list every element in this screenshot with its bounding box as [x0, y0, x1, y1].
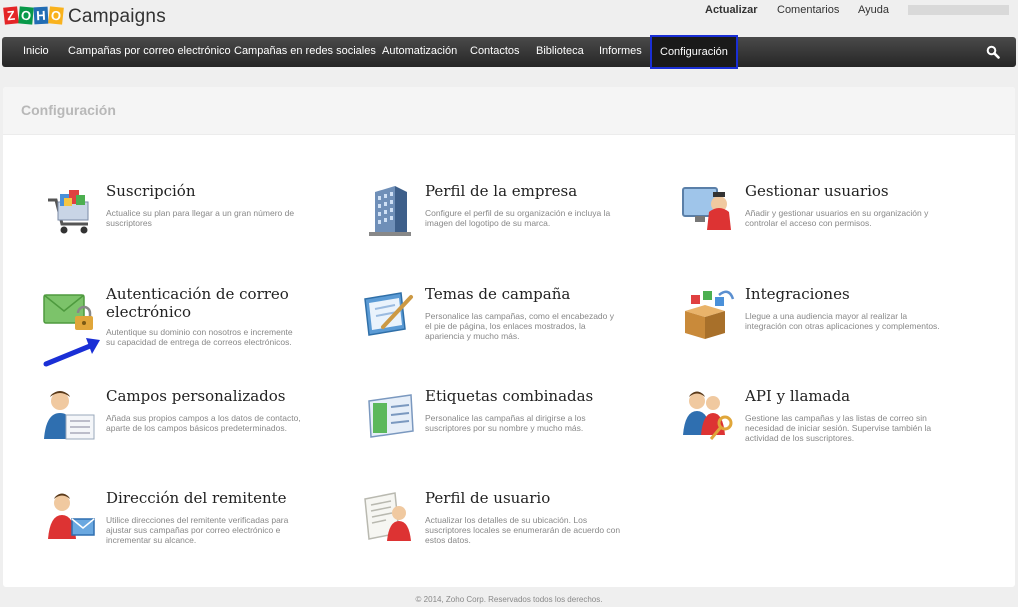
help-link[interactable]: Ayuda [858, 4, 889, 16]
zoho-letter-h: H [33, 6, 49, 25]
search-icon[interactable] [986, 45, 1000, 59]
api-users-key-icon [683, 391, 733, 440]
sender-address-icon [48, 493, 95, 539]
nav-item-email-campaigns[interactable]: Campañas por correo electrónico [68, 37, 231, 67]
user-profile-icon [364, 492, 411, 541]
user-monitor-icon [682, 187, 731, 230]
nav-item-reports[interactable]: Informes [599, 37, 642, 67]
card-description: Gestione las campañas y las listas de co… [745, 413, 932, 443]
nav-item-automation[interactable]: Automatización [382, 37, 457, 67]
zoho-letter-z: Z [3, 6, 19, 25]
zoho-logo-letters: Z O H O [3, 6, 64, 27]
custom-fields-user-icon [44, 391, 95, 440]
card-description: Añada sus propios campos a los datos de … [106, 413, 301, 433]
card-description: Llegue a una audiencia mayor al realizar… [745, 311, 940, 331]
card-description: Utilice direcciones del remitente verifi… [106, 515, 289, 545]
card-title: Suscripción [106, 182, 196, 200]
nav-item-settings[interactable]: Configuración [650, 35, 738, 69]
annotation-arrow-icon [43, 338, 100, 367]
card-title: API y llamada [745, 387, 851, 405]
shopping-cart-icon [48, 190, 89, 234]
upgrade-link[interactable]: Actualizar [705, 4, 758, 16]
panel-header [3, 87, 1015, 135]
zoho-campaigns-logo[interactable]: Z O H O Campaigns [3, 6, 166, 28]
feedback-link[interactable]: Comentarios [777, 4, 839, 16]
card-title: Perfil de la empresa [425, 182, 578, 200]
user-account-menu[interactable] [908, 5, 1009, 15]
main-navigation: Inicio Campañas por correo electrónico C… [2, 35, 1016, 69]
card-description: Añadir y gestionar usuarios en su organi… [745, 208, 929, 228]
card-title: Dirección del remitente [106, 489, 287, 507]
nav-item-contacts[interactable]: Contactos [470, 37, 520, 67]
card-description: Actualizar los detalles de su ubicación.… [425, 515, 621, 545]
card-description: Personalice las campañas al dirigirse a … [425, 413, 586, 433]
top-header: Z O H O Campaigns Actualizar Comentarios… [0, 0, 1018, 36]
theme-pen-icon [364, 292, 413, 336]
card-description: Configure el perfil de su organización e… [425, 208, 611, 228]
page-title: Configuración [21, 102, 116, 118]
integration-box-icon [685, 290, 735, 339]
card-title: Perfil de usuario [425, 489, 551, 507]
card-description: Actualice su plan para llegar a un gran … [106, 208, 295, 228]
card-description: Autentique su dominio con nosotros e inc… [106, 327, 293, 347]
nav-item-inicio[interactable]: Inicio [23, 37, 49, 67]
brand-name: Campaigns [68, 6, 166, 27]
footer-copyright: © 2014, Zoho Corp. Reservados todos los … [415, 595, 603, 604]
card-title: Etiquetas combinadas [425, 387, 594, 405]
zoho-letter-o: O [18, 6, 34, 25]
card-title: Temas de campaña [425, 285, 571, 303]
card-title: Campos personalizados [106, 387, 286, 405]
envelope-lock-icon [43, 294, 93, 330]
card-description: Personalice las campañas, como el encabe… [425, 311, 614, 341]
nav-item-library[interactable]: Biblioteca [536, 37, 584, 67]
nav-item-social-campaigns[interactable]: Campañas en redes sociales [234, 37, 376, 67]
building-icon [369, 186, 411, 236]
card-title: Gestionar usuarios [745, 182, 889, 200]
merge-tags-icon [368, 394, 414, 438]
zoho-letter-o2: O [48, 6, 64, 25]
card-title: Autenticación de correo electrónico [106, 285, 289, 321]
card-title: Integraciones [745, 285, 850, 303]
